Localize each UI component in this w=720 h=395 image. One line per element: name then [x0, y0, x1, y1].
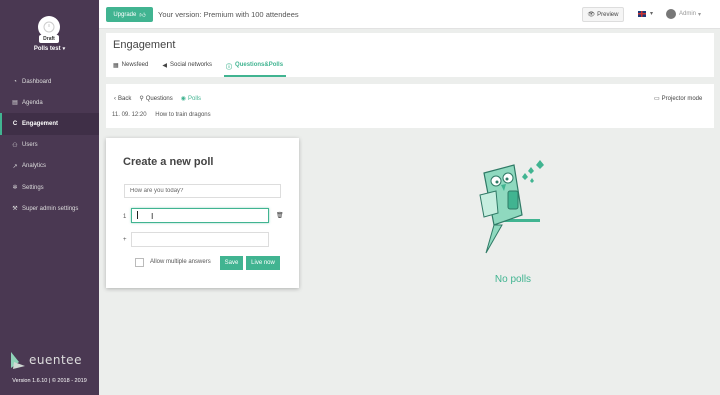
language-selector[interactable]: ▾ [638, 10, 653, 17]
sidebar-item-label: Engagement [22, 120, 59, 127]
answer-number: 1 [123, 214, 127, 220]
empty-state-text: No polls [494, 274, 532, 285]
session-info: 11. 09. 12:20 How to train dragons [112, 112, 211, 118]
top-bar: Upgrade 👍︎ Your version: Premium with 10… [99, 0, 720, 29]
caret-down-icon: ▾ [650, 11, 654, 17]
questions-link[interactable]: ⚲ Questions [139, 95, 173, 103]
engagement-icon: C [12, 120, 18, 127]
event-icon [43, 21, 55, 33]
uk-flag-icon [638, 10, 646, 17]
dashboard-icon: ◔ [13, 78, 17, 85]
poll-icon: ◉ [180, 96, 187, 102]
user-name: Admin [679, 11, 697, 17]
brand-name: euentee [29, 353, 82, 367]
poll-form-title: Create a new poll [123, 156, 214, 168]
poll-question-input[interactable] [124, 184, 281, 198]
create-poll-card: Create a new poll 1 I 🗑︎ + Allow multipl… [106, 138, 299, 288]
newspaper-icon: ▦ [113, 63, 119, 69]
back-link[interactable]: ‹ Back [114, 95, 131, 102]
eye-icon: 👁︎ [587, 12, 596, 18]
sub-nav: ‹ Back ⚲ Questions ◉ Polls [114, 95, 209, 103]
caret-down-icon: ▾ [698, 11, 702, 18]
sidebar-item-label: Settings [22, 184, 44, 191]
sidebar-item-analytics[interactable]: ↗ Analytics [0, 156, 99, 177]
preview-label: Preview [597, 11, 619, 18]
sidebar-item-label: Dashboard [22, 78, 52, 85]
page-title: Engagement [113, 39, 176, 51]
sidebar-item-settings[interactable]: ✲ Settings [0, 177, 99, 198]
sidebar-item-engagement[interactable]: C Engagement [0, 113, 99, 135]
calendar-icon: ▤ [12, 100, 18, 107]
answer-input-new[interactable] [131, 232, 269, 247]
projector-label: Projector mode [661, 95, 703, 102]
sidebar-nav: ◔ Dashboard ▤ Agenda C Engagement ⚇ User… [0, 71, 99, 219]
tab-label: Questions&Polls [235, 62, 284, 68]
sidebar-item-agenda[interactable]: ▤ Agenda [0, 92, 99, 113]
users-icon: ⚇ [12, 142, 18, 149]
avatar [666, 9, 676, 19]
owl-illustration-icon [479, 160, 544, 254]
gear-icon: ✲ [12, 185, 18, 192]
ibeam-cursor-icon: I [151, 212, 154, 221]
tab-label: Social networks [169, 62, 213, 68]
polls-label: Polls [188, 95, 202, 102]
version-info: Version 1.6.10 | © 2018 - 2019 [12, 378, 87, 384]
empty-state-illustration [470, 155, 555, 260]
sidebar-item-super-admin-settings[interactable]: ⚒ Super admin settings [0, 198, 99, 219]
plan-text: Your version: Premium with 100 attendees [158, 10, 299, 19]
back-label: Back [118, 95, 132, 102]
live-now-button[interactable]: Live now [246, 256, 280, 270]
draft-badge: Draft [39, 35, 59, 43]
sidebar: Draft Polls test ▾ ◔ Dashboard ▤ Agenda C… [0, 0, 99, 395]
caret-down-icon: ▾ [62, 46, 66, 52]
upgrade-label: Upgrade [113, 11, 137, 18]
sidebar-item-label: Super admin settings [22, 205, 79, 212]
sidebar-item-dashboard[interactable]: ◔ Dashboard [0, 71, 99, 92]
polls-subnav-panel: ‹ Back ⚲ Questions ◉ Polls ▭ Projector m… [106, 84, 714, 128]
monitor-icon: ▭ [654, 96, 660, 102]
tab-newsfeed[interactable]: ▦ Newsfeed [113, 60, 148, 77]
add-answer-icon[interactable]: + [123, 237, 127, 243]
brand-logo: euentee [9, 350, 82, 370]
questions-label: Questions [145, 95, 173, 102]
event-selector[interactable]: Polls test ▾ [0, 46, 99, 52]
trash-icon[interactable]: 🗑︎ [276, 212, 284, 219]
sidebar-item-label: Agenda [22, 99, 43, 106]
sidebar-item-users[interactable]: ⚇ Users [0, 135, 99, 156]
engagement-header: Engagement ▦ Newsfeed ◀ Social networks … [106, 33, 714, 77]
tab-label: Newsfeed [121, 62, 149, 68]
eventee-logo-icon [11, 352, 25, 369]
question-icon: ⓘ [226, 65, 233, 71]
preview-button[interactable]: 👁︎ Preview [582, 7, 624, 22]
sidebar-item-label: Users [22, 142, 38, 149]
analytics-icon: ↗ [12, 163, 18, 170]
chevron-left-icon: ‹ [114, 95, 116, 102]
tab-social-networks[interactable]: ◀ Social networks [162, 60, 212, 77]
event-name: Polls test [33, 46, 61, 52]
projector-mode-link[interactable]: ▭ Projector mode [654, 95, 703, 103]
session-time: 11. 09. 12:20 [112, 112, 147, 118]
upgrade-button[interactable]: Upgrade 👍︎ [106, 7, 153, 22]
search-icon: ⚲ [139, 96, 144, 102]
allow-multiple-label: Allow multiple answers [150, 259, 211, 265]
sidebar-item-label: Analytics [22, 163, 47, 170]
allow-multiple-checkbox[interactable] [135, 258, 144, 267]
text-caret [137, 211, 138, 219]
polls-link[interactable]: ◉ Polls [180, 95, 202, 103]
save-button[interactable]: Save [220, 256, 243, 270]
engagement-tabs: ▦ Newsfeed ◀ Social networks ⓘ Questions… [113, 60, 297, 77]
settings-icon: ⚒ [12, 206, 18, 213]
tab-questions-polls[interactable]: ⓘ Questions&Polls [224, 60, 287, 77]
session-title: How to train dragons [155, 112, 211, 118]
thumbs-up-icon: 👍︎ [139, 12, 146, 19]
user-menu[interactable]: Admin ▾ [666, 9, 701, 19]
megaphone-icon: ◀ [162, 63, 167, 69]
